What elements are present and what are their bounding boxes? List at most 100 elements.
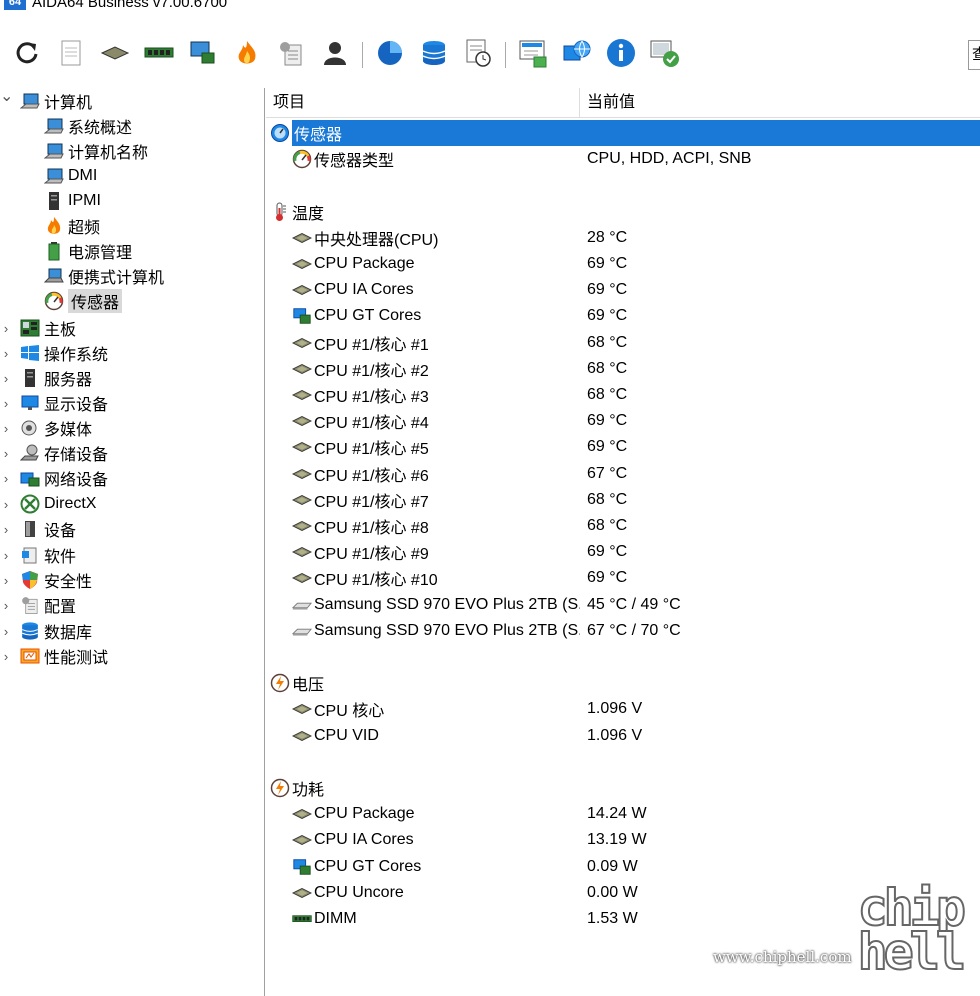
report-button[interactable]	[54, 38, 88, 72]
table-row[interactable]: CPU #1/核心 #3 68 °C	[266, 382, 980, 408]
tree-item[interactable]: › 数据库	[0, 619, 92, 643]
table-row[interactable]: CPU Package 69 °C	[266, 251, 980, 277]
tree-item[interactable]: IPMI	[44, 189, 101, 213]
table-row[interactable]: CPU IA Cores 13.19 W	[266, 827, 980, 853]
navigation-tree: ⌄ 计算机 系统概述 计算机名称 DMI IPMI 超频 电源管理便携式计算机传感器 › 主板 › 操…	[0, 88, 265, 996]
table-row[interactable]: CPU GT Cores 0.09 W	[266, 854, 980, 880]
tree-item[interactable]: › 多媒体	[0, 416, 92, 440]
chevron-right-icon[interactable]: ›	[0, 573, 12, 588]
tree-item[interactable]: › 网络设备	[0, 466, 108, 490]
chevron-right-icon[interactable]: ›	[0, 371, 12, 386]
chevron-right-icon[interactable]: ›	[0, 522, 12, 537]
column-header-item[interactable]: 项目	[266, 88, 580, 117]
tree-item[interactable]: › 操作系统	[0, 341, 108, 365]
item-label: DIMM	[314, 910, 357, 927]
tree-item[interactable]: 系统概述	[44, 114, 132, 138]
network-card-button[interactable]	[186, 38, 220, 72]
item-label: CPU #1/核心 #2	[314, 362, 429, 380]
tree-item[interactable]: 电源管理	[44, 239, 132, 263]
chevron-down-icon[interactable]: ⌄	[0, 89, 13, 105]
chevron-right-icon[interactable]: ›	[0, 598, 12, 613]
storage-icon	[20, 444, 40, 462]
windows-icon	[20, 344, 40, 362]
tree-item[interactable]: › DirectX	[0, 492, 96, 516]
tree-item[interactable]: DMI	[44, 164, 97, 188]
item-label: CPU #1/核心 #1	[314, 336, 429, 354]
refresh-button[interactable]	[10, 38, 44, 72]
table-row[interactable]: CPU VID 1.096 V	[266, 723, 980, 749]
tree-item[interactable]: ⌄ 计算机	[0, 89, 92, 113]
tree-item[interactable]: › 显示设备	[0, 391, 108, 415]
memory-button[interactable]	[142, 38, 176, 72]
tree-item[interactable]: 便携式计算机	[44, 264, 164, 288]
section-row[interactable]: 温度	[266, 199, 980, 225]
scheduler-button[interactable]	[461, 38, 495, 72]
table-row[interactable]: CPU GT Cores 69 °C	[266, 303, 980, 329]
table-row[interactable]: CPU #1/核心 #1 68 °C	[266, 330, 980, 356]
table-row[interactable]: CPU 核心 1.096 V	[266, 696, 980, 722]
tree-item[interactable]: › 设备	[0, 517, 76, 541]
table-row[interactable]: CPU #1/核心 #2 68 °C	[266, 356, 980, 382]
item-cell: 中央处理器(CPU)	[266, 226, 580, 250]
table-row[interactable]: Samsung SSD 970 EVO Plus 2TB (S... 67 °C …	[266, 618, 980, 644]
search-input[interactable]: 查	[968, 40, 980, 70]
chevron-right-icon[interactable]: ›	[0, 624, 12, 639]
chevron-right-icon[interactable]: ›	[0, 649, 12, 664]
table-row[interactable]: CPU IA Cores 69 °C	[266, 277, 980, 303]
tree-item[interactable]: › 安全性	[0, 568, 92, 592]
item-cell: CPU #1/核心 #4	[266, 409, 580, 433]
tree-item[interactable]: › 配置	[0, 593, 76, 617]
watermark-url: www.chiphell.com	[713, 948, 852, 966]
table-row[interactable]: CPU #1/核心 #9 69 °C	[266, 539, 980, 565]
tree-item[interactable]: › 存储设备	[0, 441, 108, 465]
tree-item-label: 便携式计算机	[68, 270, 165, 287]
disk-pie-icon	[376, 39, 404, 72]
tree-item[interactable]: › 软件	[0, 543, 76, 567]
section-row[interactable]: 传感器	[266, 120, 980, 146]
table-row[interactable]: CPU #1/核心 #8 68 °C	[266, 513, 980, 539]
table-row[interactable]: CPU Package 14.24 W	[266, 801, 980, 827]
table-row[interactable]: 中央处理器(CPU) 28 °C	[266, 225, 980, 251]
chevron-right-icon[interactable]: ›	[0, 548, 12, 563]
table-row[interactable]: CPU #1/核心 #10 69 °C	[266, 565, 980, 591]
config-button[interactable]	[274, 38, 308, 72]
chevron-right-icon[interactable]: ›	[0, 471, 12, 486]
tree-item[interactable]: › 服务器	[0, 366, 92, 390]
tree-item[interactable]: › 主板	[0, 316, 76, 340]
tree-item-label: 性能测试	[44, 650, 109, 667]
monitor-diag-button[interactable]	[516, 38, 550, 72]
item-cell: CPU #1/核心 #9	[266, 540, 580, 564]
motherboard-chip-button[interactable]	[98, 38, 132, 72]
table-row[interactable]: CPU #1/核心 #4 69 °C	[266, 408, 980, 434]
value-cell: 69 °C	[587, 307, 628, 325]
disk-pie-button[interactable]	[373, 38, 407, 72]
table-row[interactable]: Samsung SSD 970 EVO Plus 2TB (S... 45 °C …	[266, 592, 980, 618]
table-row[interactable]: CPU #1/核心 #6 67 °C	[266, 461, 980, 487]
tree-item[interactable]: › 性能测试	[0, 644, 108, 668]
section-row[interactable]: 功耗	[266, 775, 980, 801]
chevron-right-icon[interactable]: ›	[0, 396, 12, 411]
chevron-right-icon[interactable]: ›	[0, 321, 12, 336]
overclock-flame-button[interactable]	[230, 38, 264, 72]
info-button[interactable]	[604, 38, 638, 72]
tree-item[interactable]: 传感器	[44, 289, 123, 313]
table-row[interactable]: CPU #1/核心 #5 69 °C	[266, 434, 980, 460]
chevron-right-icon[interactable]: ›	[0, 497, 12, 512]
table-row[interactable]: 传感器类型 CPU, HDD, ACPI, SNB	[266, 146, 980, 172]
user-button[interactable]	[318, 38, 352, 72]
database-button[interactable]	[417, 38, 451, 72]
audit-button[interactable]	[648, 38, 682, 72]
column-header-value[interactable]: 当前值	[580, 88, 980, 117]
network-globe-button[interactable]	[560, 38, 594, 72]
table-row[interactable]: CPU #1/核心 #7 68 °C	[266, 487, 980, 513]
tree-item[interactable]: 超频	[44, 214, 100, 238]
chevron-right-icon[interactable]: ›	[0, 346, 12, 361]
tree-item[interactable]: 计算机名称	[44, 139, 148, 163]
gauge-icon	[44, 291, 64, 311]
section-row[interactable]: 电压	[266, 670, 980, 696]
chevron-right-icon[interactable]: ›	[0, 421, 12, 436]
network-card-icon	[188, 39, 218, 72]
value-cell: 68 °C	[587, 517, 628, 534]
chevron-right-icon[interactable]: ›	[0, 446, 12, 461]
tree-item-label: 软件	[44, 549, 77, 566]
